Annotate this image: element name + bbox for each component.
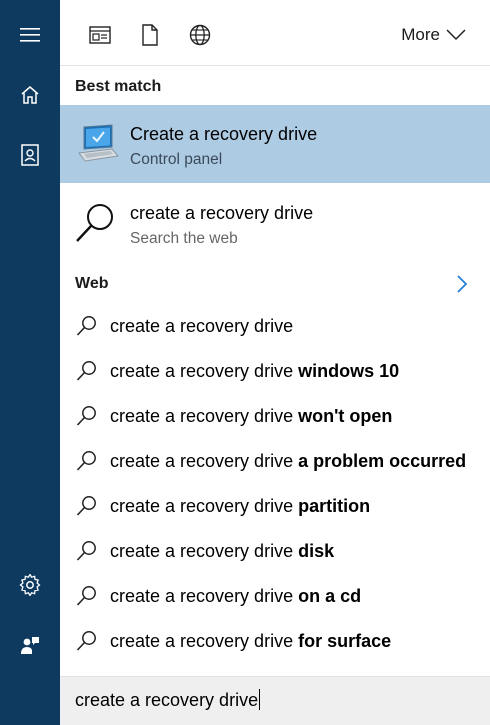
search-the-web-result[interactable]: create a recovery drive Search the web (60, 187, 490, 255)
suggestion-completion: for surface (298, 630, 392, 651)
search-icon (76, 586, 96, 606)
web-result-title: create a recovery drive (130, 203, 314, 223)
suggestion-text: create a recovery drive (110, 316, 293, 337)
search-icon (76, 631, 96, 651)
suggestion-completion: a problem occurred (298, 450, 467, 471)
settings-button[interactable] (0, 563, 60, 607)
suggestion-text: create a recovery drive disk (110, 541, 334, 562)
search-icon (76, 406, 96, 426)
web-suggestion-item[interactable]: create a recovery drive windows 10 (60, 349, 490, 393)
suggestion-query: create a recovery drive (110, 450, 299, 471)
suggestion-query: create a recovery drive (110, 585, 299, 606)
web-suggestion-item[interactable]: create a recovery drive partition (60, 484, 490, 528)
more-filters-button[interactable]: More (401, 22, 466, 48)
search-icon (76, 204, 113, 242)
notebook-button[interactable] (0, 133, 60, 177)
suggestion-text: create a recovery drive won't open (110, 406, 392, 427)
web-suggestion-item[interactable]: create a recovery drive on a cd (60, 574, 490, 618)
home-icon (21, 86, 39, 104)
suggestion-query: create a recovery drive (110, 495, 299, 516)
search-icon (76, 316, 96, 336)
home-button[interactable] (0, 73, 60, 117)
apps-filter-button[interactable] (87, 22, 113, 48)
search-input[interactable]: create a recovery drive (75, 689, 261, 711)
suggestion-completion: on a cd (298, 585, 362, 606)
best-match-result[interactable]: Create a recovery drive Control panel (60, 105, 490, 183)
chevron-down-icon (446, 29, 466, 41)
notebook-icon (21, 144, 39, 166)
hamburger-menu-button[interactable] (0, 13, 60, 57)
best-match-subtitle: Control panel (130, 151, 223, 168)
apps-filter-icon (89, 26, 111, 44)
suggestion-completion: disk (298, 540, 335, 561)
documents-filter-button[interactable] (137, 22, 163, 48)
best-match-heading: Best match (75, 78, 162, 95)
search-box[interactable]: create a recovery drive (60, 676, 490, 725)
best-match-title: Create a recovery drive (130, 124, 318, 144)
recovery-drive-laptop-icon (78, 124, 119, 162)
hamburger-icon (20, 28, 40, 42)
suggestion-completion: partition (298, 495, 371, 516)
suggestion-text: create a recovery drive partition (110, 496, 370, 517)
suggestion-text: create a recovery drive windows 10 (110, 361, 399, 382)
search-icon (76, 361, 96, 381)
suggestion-text: create a recovery drive on a cd (110, 586, 361, 607)
web-heading: Web (75, 275, 109, 292)
suggestion-completion: windows 10 (298, 360, 400, 381)
suggestion-text: create a recovery drive a problem occurr… (110, 451, 466, 472)
suggestion-query: create a recovery drive (110, 630, 299, 651)
suggestion-query: create a recovery drive (110, 405, 299, 426)
suggestion-query: create a recovery drive (110, 315, 294, 336)
search-results-panel: More Best match Create a recovery drive … (60, 0, 490, 725)
web-result-subtitle: Search the web (130, 230, 238, 247)
text-caret (259, 689, 261, 710)
suggestion-completion: won't open (298, 405, 393, 426)
documents-filter-icon (142, 24, 158, 46)
search-input-value: create a recovery drive (75, 690, 259, 710)
feedback-icon (21, 637, 39, 654)
filter-bar: More (60, 0, 490, 66)
chevron-right-icon[interactable] (454, 274, 470, 294)
web-suggestion-item[interactable]: create a recovery drive won't open (60, 394, 490, 438)
left-rail (0, 0, 60, 725)
web-filter-icon (189, 24, 211, 46)
suggestion-text: create a recovery drive for surface (110, 631, 391, 652)
suggestion-query: create a recovery drive (110, 360, 299, 381)
web-suggestion-item[interactable]: create a recovery drive disk (60, 529, 490, 573)
search-icon (76, 496, 96, 516)
search-icon (76, 541, 96, 561)
web-suggestion-item[interactable]: create a recovery drive a problem occurr… (60, 439, 490, 483)
more-label: More (401, 25, 440, 44)
web-filter-button[interactable] (187, 22, 213, 48)
gear-icon (19, 574, 41, 596)
suggestion-query: create a recovery drive (110, 540, 299, 561)
search-icon (76, 451, 96, 471)
feedback-button[interactable] (0, 623, 60, 667)
web-suggestion-item[interactable]: create a recovery drive for surface (60, 619, 490, 663)
web-suggestion-item[interactable]: create a recovery drive (60, 304, 490, 348)
